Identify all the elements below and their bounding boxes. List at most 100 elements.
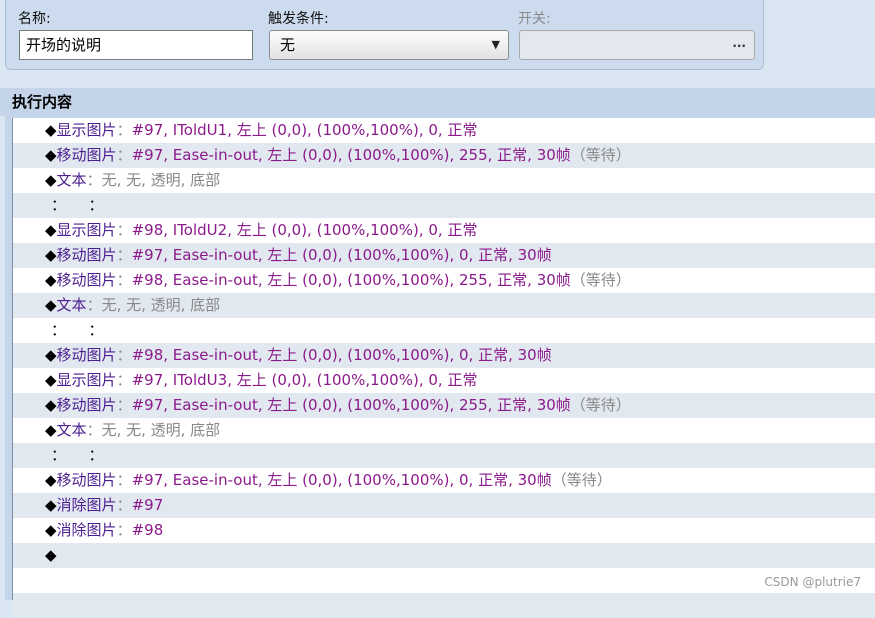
command-params: #98, Ease-in-out, 左上 (0,0), (100%,100%),… — [131, 271, 571, 289]
command-separator: ： — [116, 271, 132, 289]
command-extra: 无, 无, 透明, 底部 — [101, 421, 221, 439]
switch-select[interactable]: ... — [519, 30, 755, 60]
command-name: 显示图片 — [56, 121, 117, 139]
command-row[interactable]: ◆显示图片：#97, IToldU1, 左上 (0,0), (100%,100%… — [13, 118, 875, 143]
command-diamond: ◆ — [45, 146, 57, 164]
command-extra: ： — [58, 196, 104, 214]
command-list[interactable]: ◆显示图片：#97, IToldU1, 左上 (0,0), (100%,100%… — [12, 118, 875, 618]
command-row[interactable]: ◆移动图片：#97, Ease-in-out, 左上 (0,0), (100%,… — [13, 143, 875, 168]
command-row[interactable]: ◆移动图片：#97, Ease-in-out, 左上 (0,0), (100%,… — [13, 468, 875, 493]
command-extra: （等待） — [570, 271, 631, 289]
command-row[interactable]: ◆显示图片：#98, IToldU2, 左上 (0,0), (100%,100%… — [13, 218, 875, 243]
command-params: #97, IToldU3, 左上 (0,0), (100%,100%), 0, … — [131, 371, 478, 389]
command-row[interactable]: ◆移动图片：#97, Ease-in-out, 左上 (0,0), (100%,… — [13, 243, 875, 268]
name-input[interactable]: 开场的说明 — [19, 30, 253, 60]
command-params: #97, Ease-in-out, 左上 (0,0), (100%,100%),… — [131, 471, 552, 489]
command-extra: ： — [58, 321, 104, 339]
section-title: 执行内容 — [0, 88, 875, 116]
command-name: 显示图片 — [56, 371, 117, 389]
empty-row — [13, 593, 875, 618]
command-diamond: ◆ — [45, 396, 57, 414]
command-name: 移动图片 — [56, 471, 117, 489]
command-params: #97, Ease-in-out, 左上 (0,0), (100%,100%),… — [131, 396, 571, 414]
command-separator: ： — [116, 521, 132, 539]
command-name: 移动图片 — [56, 396, 117, 414]
command-name: 移动图片 — [56, 246, 117, 264]
command-row[interactable]: ： ： — [13, 318, 875, 343]
command-row[interactable]: ◆移动图片：#98, Ease-in-out, 左上 (0,0), (100%,… — [13, 268, 875, 293]
command-params: #98, Ease-in-out, 左上 (0,0), (100%,100%),… — [131, 346, 552, 364]
command-row[interactable]: ： ： — [13, 193, 875, 218]
command-diamond: ◆ — [45, 246, 57, 264]
command-params: #98 — [131, 521, 164, 539]
command-diamond: ◆ — [45, 371, 57, 389]
command-params: #97, IToldU1, 左上 (0,0), (100%,100%), 0, … — [131, 121, 478, 139]
command-extra: （等待） — [570, 396, 631, 414]
event-settings-panel: 名称: 开场的说明 触发条件: 无 ▼ 开关: ... — [5, 0, 764, 70]
command-row[interactable]: ◆移动图片：#98, Ease-in-out, 左上 (0,0), (100%,… — [13, 343, 875, 368]
command-separator: ： — [116, 471, 132, 489]
command-diamond: ◆ — [45, 271, 57, 289]
command-params: #97, Ease-in-out, 左上 (0,0), (100%,100%),… — [131, 146, 571, 164]
command-diamond: ◆ — [45, 496, 57, 514]
command-name: 显示图片 — [56, 221, 117, 239]
trigger-select-value: 无 — [280, 36, 296, 54]
command-name: 文本 — [56, 421, 87, 439]
watermark: CSDN @plutrie7 — [764, 575, 861, 589]
command-diamond: ◆ — [45, 171, 57, 189]
command-name: 消除图片 — [56, 521, 117, 539]
command-row[interactable]: ◆ — [13, 543, 875, 568]
command-extra: 无, 无, 透明, 底部 — [101, 171, 221, 189]
command-separator: ： — [51, 321, 59, 339]
command-separator: ： — [116, 396, 132, 414]
command-params: #98, IToldU2, 左上 (0,0), (100%,100%), 0, … — [131, 221, 478, 239]
command-row[interactable]: ◆文本：无, 无, 透明, 底部 — [13, 418, 875, 443]
command-separator: ： — [116, 221, 132, 239]
command-params: #97, Ease-in-out, 左上 (0,0), (100%,100%),… — [131, 246, 552, 264]
command-separator: ： — [51, 446, 59, 464]
command-name: 移动图片 — [56, 146, 117, 164]
command-diamond: ◆ — [45, 121, 57, 139]
command-extra: ： — [58, 446, 104, 464]
trigger-select[interactable]: 无 ▼ — [269, 30, 509, 60]
command-extra: （等待） — [551, 471, 612, 489]
command-diamond: ◆ — [45, 296, 57, 314]
command-diamond: ◆ — [45, 471, 57, 489]
empty-row — [13, 568, 875, 593]
command-row[interactable]: ： ： — [13, 443, 875, 468]
command-separator: ： — [116, 346, 132, 364]
command-diamond: ◆ — [45, 421, 57, 439]
switch-label: 开关: — [518, 11, 551, 27]
command-separator: ： — [86, 421, 102, 439]
command-separator: ： — [86, 171, 102, 189]
command-diamond: ◆ — [45, 521, 57, 539]
command-row[interactable]: ◆消除图片：#97 — [13, 493, 875, 518]
command-name: 移动图片 — [56, 346, 117, 364]
command-separator: ： — [86, 296, 102, 314]
command-row[interactable]: ◆文本：无, 无, 透明, 底部 — [13, 168, 875, 193]
command-diamond: ◆ — [45, 346, 57, 364]
command-separator: ： — [116, 146, 132, 164]
command-diamond: ◆ — [45, 546, 57, 564]
command-row[interactable]: ◆显示图片：#97, IToldU3, 左上 (0,0), (100%,100%… — [13, 368, 875, 393]
command-name: 文本 — [56, 296, 87, 314]
command-name: 文本 — [56, 171, 87, 189]
command-separator: ： — [51, 196, 59, 214]
command-separator: ： — [116, 496, 132, 514]
trigger-label: 触发条件: — [268, 11, 329, 27]
ellipsis-button[interactable]: ... — [732, 36, 746, 50]
command-name: 消除图片 — [56, 496, 117, 514]
command-name: 移动图片 — [56, 271, 117, 289]
name-label: 名称: — [18, 11, 51, 27]
command-params: #97 — [131, 496, 164, 514]
command-row[interactable]: ◆文本：无, 无, 透明, 底部 — [13, 293, 875, 318]
command-row[interactable]: ◆移动图片：#97, Ease-in-out, 左上 (0,0), (100%,… — [13, 393, 875, 418]
command-row[interactable]: ◆消除图片：#98 — [13, 518, 875, 543]
command-diamond: ◆ — [45, 221, 57, 239]
command-separator: ： — [116, 246, 132, 264]
command-separator: ： — [116, 121, 132, 139]
command-separator: ： — [116, 371, 132, 389]
command-extra: 无, 无, 透明, 底部 — [101, 296, 221, 314]
chevron-down-icon: ▼ — [491, 38, 500, 51]
command-extra: （等待） — [570, 146, 631, 164]
